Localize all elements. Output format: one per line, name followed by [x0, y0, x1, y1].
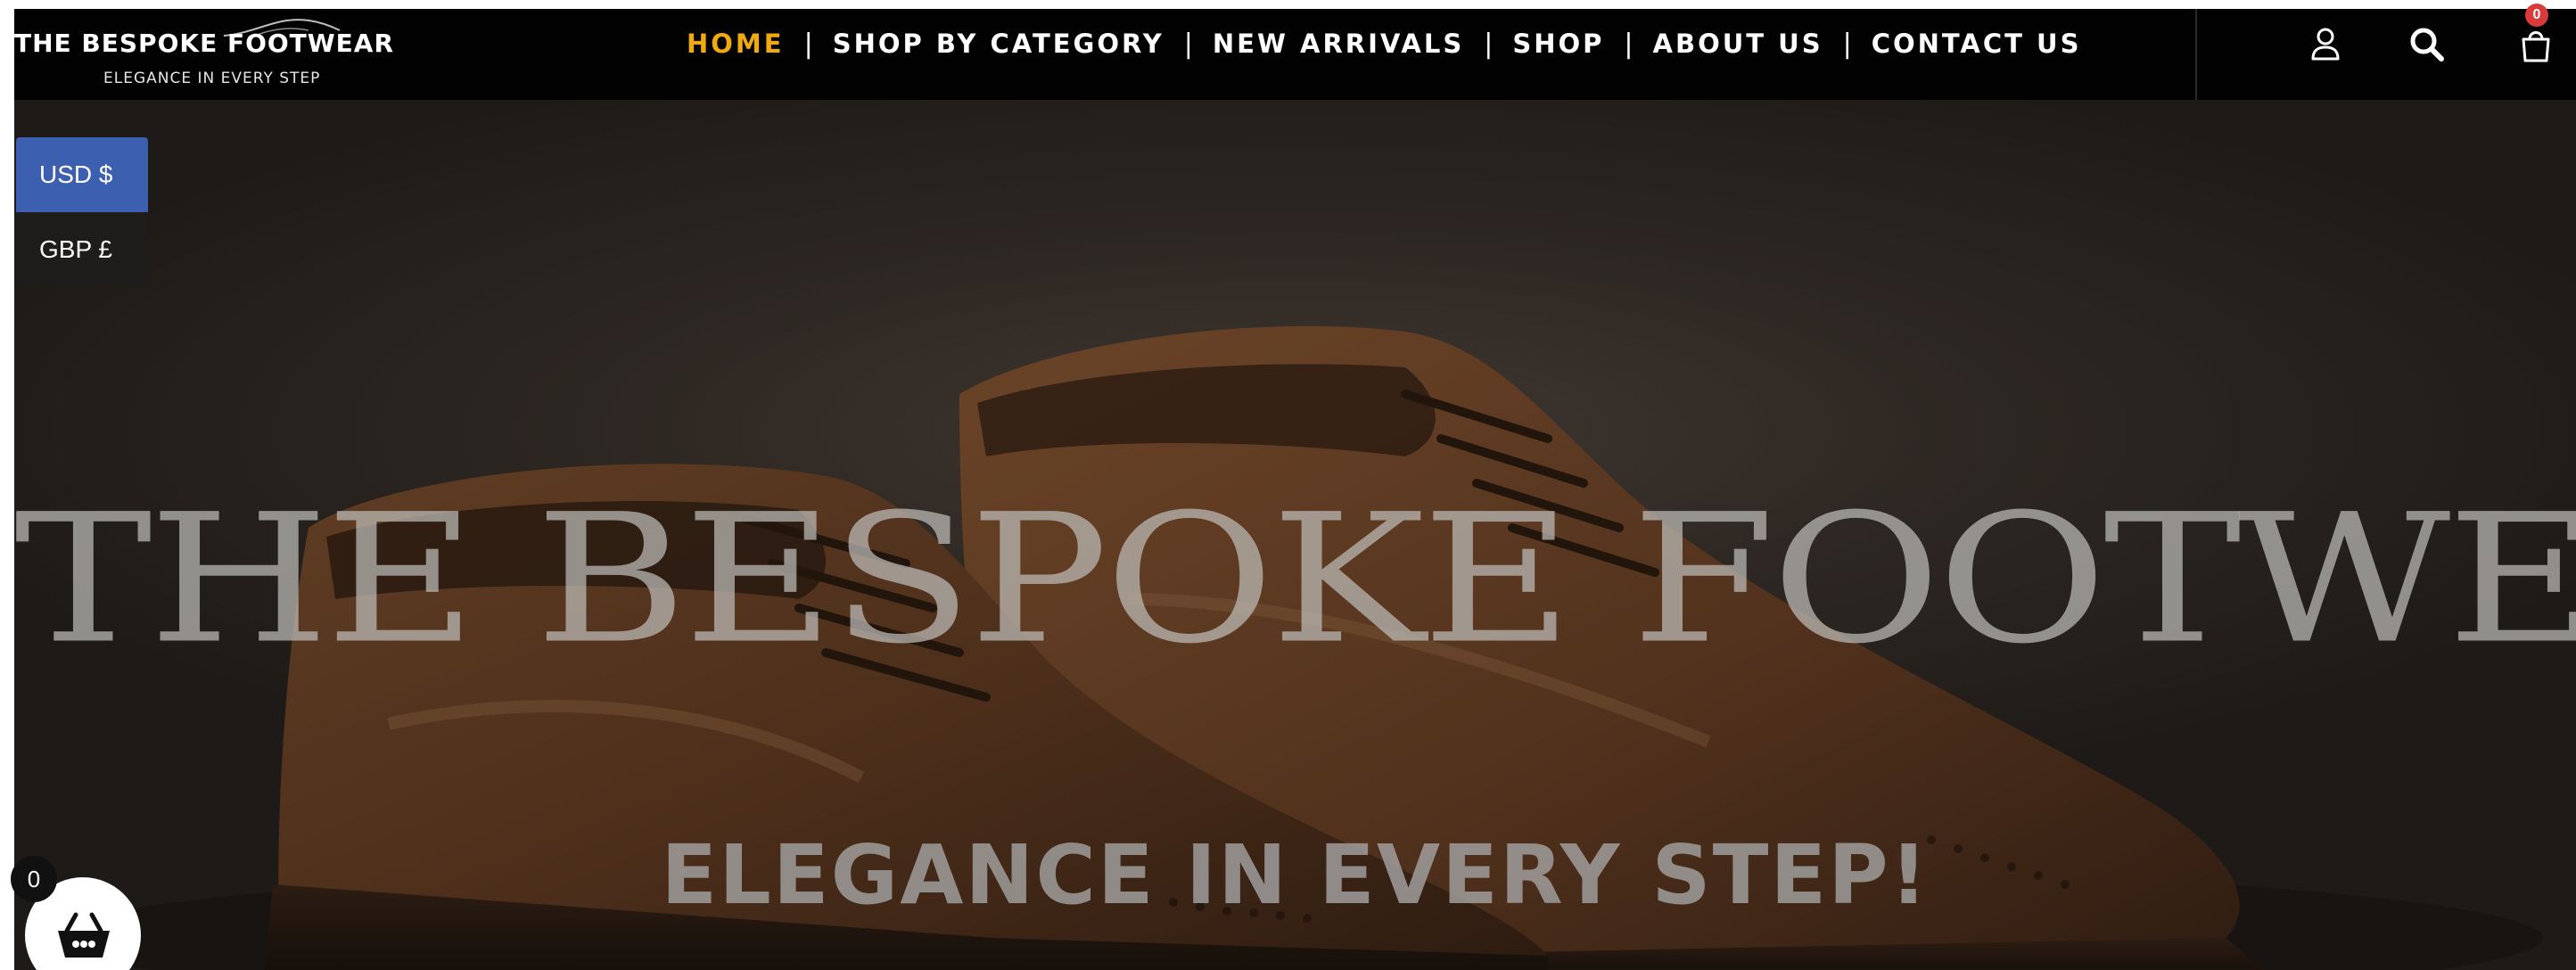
basket-count-badge: 0: [11, 856, 57, 902]
hero-banner: THE BESPOKE FOOTWEAR ELEGANCE IN EVERY S…: [14, 100, 2576, 970]
cart-count-badge: 0: [2525, 4, 2548, 27]
nav-separator: |: [803, 28, 813, 60]
currency-option-usd[interactable]: USD $: [16, 137, 148, 212]
logo-tagline: ELEGANCE IN EVERY STEP: [103, 70, 321, 87]
header-divider: [2195, 9, 2197, 100]
basket-icon[interactable]: [56, 911, 111, 961]
user-icon[interactable]: [2306, 25, 2345, 64]
nav-separator: |: [1484, 28, 1494, 60]
currency-switcher: USD $ GBP £: [16, 137, 148, 287]
search-icon[interactable]: [2407, 25, 2447, 64]
hero-title: THE BESPOKE FOOTWEAR: [14, 475, 2576, 683]
logo-title: THE BESPOKE FOOTWEAR: [14, 29, 395, 58]
nav-shop[interactable]: SHOP: [1512, 29, 1604, 59]
main-nav: HOME | SHOP BY CATEGORY | NEW ARRIVALS |…: [687, 21, 2081, 66]
nav-separator: |: [1624, 28, 1634, 60]
currency-option-gbp[interactable]: GBP £: [16, 212, 148, 287]
hero-subtitle: ELEGANCE IN EVERY STEP!: [661, 827, 1930, 923]
nav-new-arrivals[interactable]: NEW ARRIVALS: [1213, 29, 1464, 59]
nav-contact-us[interactable]: CONTACT US: [1872, 29, 2082, 59]
nav-about-us[interactable]: ABOUT US: [1653, 29, 1823, 59]
cart-icon[interactable]: [2516, 25, 2555, 64]
nav-separator: |: [1183, 28, 1193, 60]
site-header: THE BESPOKE FOOTWEAR ELEGANCE IN EVERY S…: [14, 4, 2576, 100]
nav-separator: |: [1842, 28, 1852, 60]
nav-shop-by-category[interactable]: SHOP BY CATEGORY: [833, 29, 1165, 59]
nav-home[interactable]: HOME: [687, 29, 785, 59]
page: THE BESPOKE FOOTWEAR ELEGANCE IN EVERY S…: [0, 0, 2576, 970]
logo[interactable]: THE BESPOKE FOOTWEAR ELEGANCE IN EVERY S…: [14, 9, 460, 100]
